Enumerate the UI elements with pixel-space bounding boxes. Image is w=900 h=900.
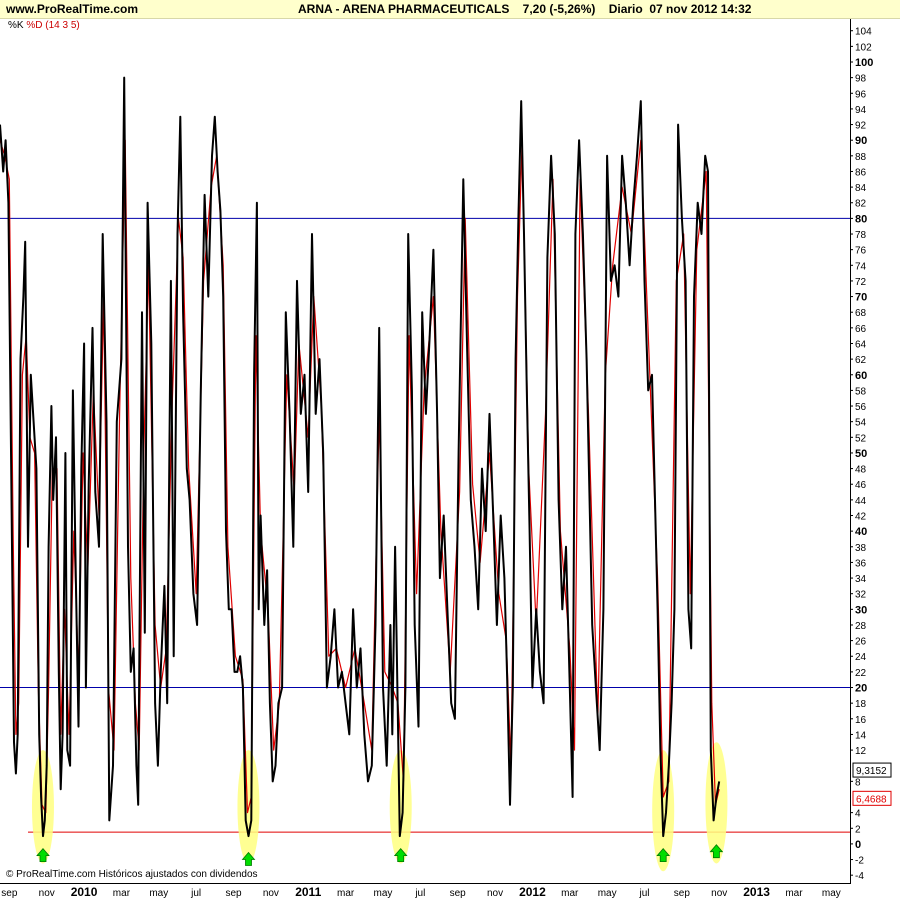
y-tick-label: 0 (855, 839, 861, 851)
y-tick-label: -4 (855, 871, 864, 882)
y-tick-label: 14 (855, 730, 867, 741)
y-tick-label: 96 (855, 89, 867, 100)
x-tick-label: 2012 (519, 885, 546, 899)
k-label: %K (8, 20, 24, 31)
y-tick-label: 32 (855, 590, 867, 601)
y-tick-label: 8 (855, 777, 861, 788)
y-tick-label: 2 (855, 824, 861, 835)
y-tick-label: 90 (855, 135, 867, 147)
x-tick-label: may (822, 888, 841, 899)
x-tick-label: jul (638, 888, 649, 899)
y-tick-label: 92 (855, 121, 867, 132)
last-value-label-d: 6,4688 (856, 794, 887, 805)
x-tick-label: may (149, 888, 168, 899)
y-tick-label: 94 (855, 105, 867, 116)
arrows-group (36, 844, 724, 866)
x-tick-label: nov (487, 888, 503, 899)
x-tick-label: nov (263, 888, 279, 899)
y-tick-label: 64 (855, 339, 867, 350)
y-tick-label: 24 (855, 652, 867, 663)
y-tick-label: 22 (855, 668, 867, 679)
x-tick-label: may (598, 888, 617, 899)
y-tick-label: 52 (855, 433, 867, 444)
y-tick-label: 34 (855, 574, 867, 585)
y-tick-label: 76 (855, 246, 867, 257)
y-tick-label: 74 (855, 261, 867, 272)
x-tick-label: nov (711, 888, 727, 899)
x-tick-label: sep (225, 888, 242, 899)
y-tick-label: 100 (855, 57, 873, 69)
y-tick-label: 60 (855, 370, 867, 382)
y-tick-label: -2 (855, 856, 864, 867)
x-tick-label: mar (561, 888, 579, 899)
k-line-group (0, 76, 721, 838)
y-tick-label: 36 (855, 558, 867, 569)
x-tick-label: may (374, 888, 393, 899)
footer-note: © ProRealTime.com Históricos ajustados c… (6, 869, 258, 880)
highlight-ellipse-3 (389, 750, 412, 864)
y-axis: 1041021009896949290888684828078767472706… (850, 27, 873, 882)
stochastic-chart[interactable]: 1041021009896949290888684828078767472706… (0, 0, 900, 900)
y-tick-label: 30 (855, 604, 867, 616)
y-tick-label: 56 (855, 402, 867, 413)
x-tick-label: nov (39, 888, 55, 899)
y-tick-label: 88 (855, 152, 867, 163)
x-tick-label: mar (785, 888, 803, 899)
y-tick-label: 40 (855, 526, 867, 538)
x-tick-label: sep (674, 888, 691, 899)
y-tick-label: 66 (855, 324, 867, 335)
y-tick-label: 50 (855, 448, 867, 460)
last-value-label-k: 9,3152 (856, 766, 887, 777)
y-tick-label: 20 (855, 683, 867, 695)
y-tick-label: 98 (855, 74, 867, 85)
x-tick-label: mar (337, 888, 355, 899)
x-tick-label: 2011 (295, 885, 321, 899)
y-tick-label: 26 (855, 637, 867, 648)
x-tick-label: 2013 (743, 885, 770, 899)
y-tick-label: 54 (855, 418, 867, 429)
y-tick-label: 48 (855, 465, 867, 476)
y-tick-label: 78 (855, 230, 867, 241)
indicator-label: %K %D (14 3 5) (8, 20, 80, 31)
y-tick-label: 62 (855, 355, 867, 366)
x-tick-label: sep (1, 888, 18, 899)
y-tick-label: 70 (855, 292, 867, 304)
y-tick-label: 68 (855, 308, 867, 319)
y-tick-label: 44 (855, 496, 867, 507)
y-tick-label: 82 (855, 199, 867, 210)
x-tick-label: 2010 (71, 885, 98, 899)
y-tick-label: 80 (855, 213, 867, 225)
k-line (0, 76, 721, 838)
y-tick-label: 84 (855, 183, 867, 194)
indicator-params: (14 3 5) (45, 20, 80, 31)
x-axis: sep nov 2010 mar may jul sep nov 2011 mar may jul se… (1, 885, 840, 899)
y-tick-label: 102 (855, 42, 872, 53)
x-tick-label: jul (190, 888, 201, 899)
y-tick-label: 16 (855, 715, 867, 726)
y-tick-label: 72 (855, 277, 867, 288)
y-tick-label: 46 (855, 480, 867, 491)
y-tick-label: 28 (855, 621, 867, 632)
x-tick-label: sep (450, 888, 467, 899)
x-tick-label: jul (414, 888, 425, 899)
y-tick-label: 18 (855, 699, 867, 710)
y-tick-label: 12 (855, 746, 867, 757)
y-tick-label: 104 (855, 27, 872, 38)
y-tick-label: 58 (855, 386, 867, 397)
y-tick-label: 86 (855, 167, 867, 178)
y-tick-label: 38 (855, 543, 867, 554)
x-tick-label: mar (113, 888, 131, 899)
y-tick-label: 4 (855, 809, 861, 820)
y-tick-label: 42 (855, 512, 867, 523)
d-label: %D (26, 20, 43, 31)
